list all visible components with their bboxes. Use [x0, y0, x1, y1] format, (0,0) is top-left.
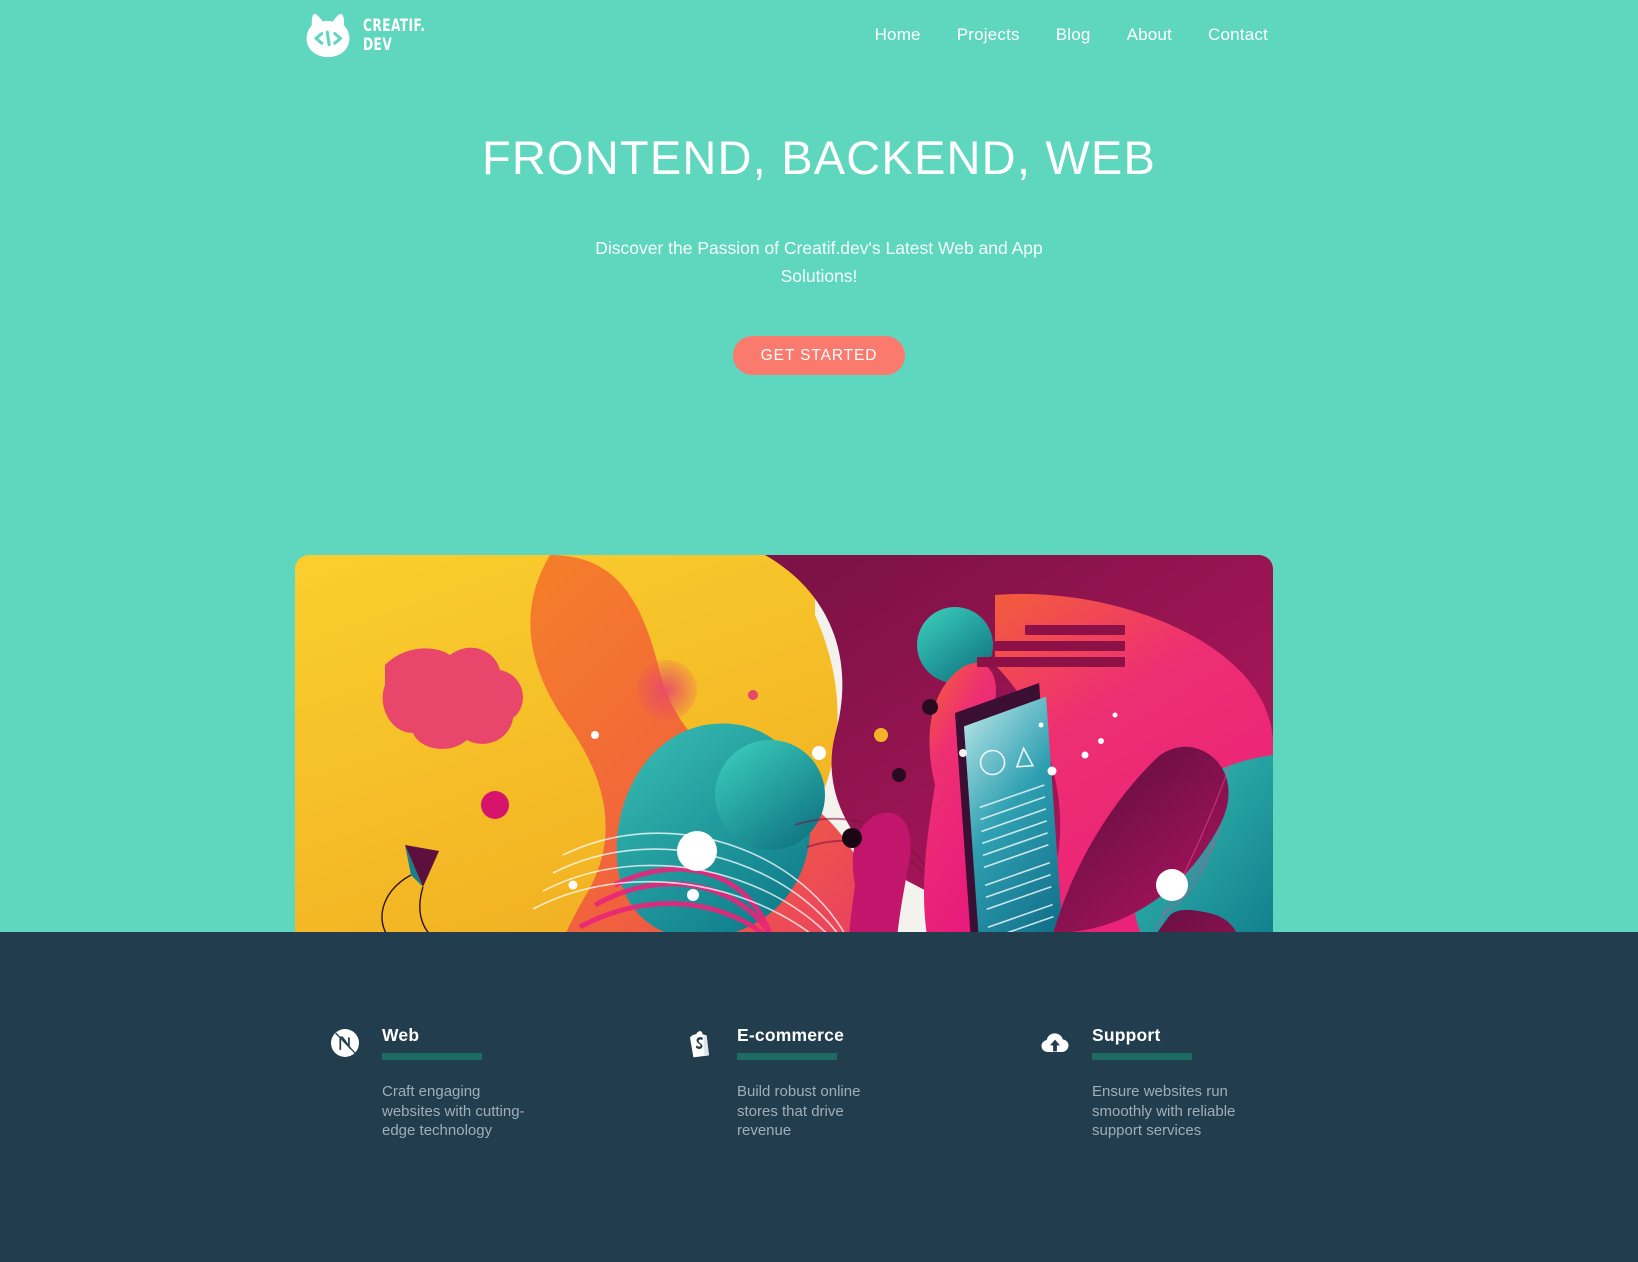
cta-container: GET STARTED	[0, 336, 1638, 376]
hero-illustration	[295, 555, 1273, 985]
feature-card-web: Web Craft engaging websites with cutting…	[328, 1024, 683, 1141]
get-started-button[interactable]: GET STARTED	[732, 336, 906, 376]
feature-description: Ensure websites run smoothly with reliab…	[1092, 1083, 1236, 1139]
feature-list: Web Craft engaging websites with cutting…	[0, 1024, 1638, 1141]
feature-underline	[737, 1053, 837, 1060]
feature-title: E-commerce	[737, 1025, 845, 1045]
nextjs-icon	[328, 1026, 362, 1060]
nav-item-about[interactable]: About	[1127, 25, 1172, 45]
nav-item-projects[interactable]: Projects	[957, 25, 1020, 45]
site-header: CREATIF. DEV Home Projects Blog About Co…	[0, 0, 1638, 76]
shopify-bag-icon	[683, 1026, 717, 1060]
footer: Web Craft engaging websites with cutting…	[0, 932, 1638, 1262]
abstract-art-svg	[295, 555, 1273, 985]
feature-title: Support	[1092, 1025, 1161, 1045]
cat-code-logo-icon	[303, 12, 353, 60]
brand-name: CREATIF. DEV	[363, 16, 426, 55]
hero-subtitle: Discover the Passion of Creatif.dev's La…	[595, 238, 1043, 287]
feature-card-support: Support Ensure websites run smoothly wit…	[1038, 1024, 1393, 1141]
feature-card-ecommerce: E-commerce Build robust online stores th…	[683, 1024, 1038, 1141]
feature-underline	[382, 1053, 482, 1060]
main-nav: Home Projects Blog About Contact	[875, 25, 1268, 45]
nav-item-blog[interactable]: Blog	[1056, 25, 1091, 45]
feature-description: Build robust online stores that drive re…	[737, 1083, 861, 1139]
feature-title: Web	[382, 1025, 420, 1045]
hero-section: FRONTEND, BACKEND, WEB Discover the Pass…	[0, 130, 1638, 376]
page-title: FRONTEND, BACKEND, WEB	[481, 131, 1156, 184]
brand-logo-link[interactable]: CREATIF. DEV	[303, 12, 441, 60]
cloud-upload-icon	[1038, 1026, 1072, 1060]
nav-item-contact[interactable]: Contact	[1208, 25, 1268, 45]
nav-item-home[interactable]: Home	[875, 25, 921, 45]
feature-underline	[1092, 1053, 1192, 1060]
feature-description: Craft engaging websites with cutting-edg…	[382, 1083, 525, 1139]
